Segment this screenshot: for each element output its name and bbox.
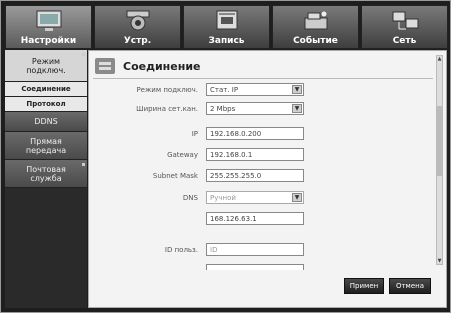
sidebar-item-protocol[interactable]: Протокол — [5, 97, 87, 112]
network-settings-icon — [95, 58, 115, 74]
bandwidth-label: Ширина сет.кан. — [136, 104, 198, 113]
dns-row: DNS Ручной ▼ — [89, 191, 304, 204]
sidebar-item-connection[interactable]: Соединение — [5, 82, 87, 97]
scroll-down-icon[interactable]: ▼ — [437, 258, 442, 264]
sidebar-item-label: Соединение — [21, 85, 71, 93]
subnet-mask-field[interactable]: 255.255.255.0 — [206, 169, 304, 182]
tab-label: Событие — [293, 36, 338, 46]
connection-mode-select[interactable]: Стат. IP ▼ — [206, 83, 304, 96]
scroll-up-icon[interactable]: ▲ — [437, 56, 442, 62]
scroll-thumb[interactable] — [437, 106, 442, 176]
chevron-down-icon: ▼ — [292, 85, 302, 94]
sidebar-item-label: DDNS — [34, 117, 58, 126]
ip-field[interactable]: 192.168.0.200 — [206, 127, 304, 140]
tab-network[interactable]: Сеть — [361, 5, 448, 49]
password-row — [89, 264, 304, 270]
dns-address-row: 168.126.63.1 — [89, 212, 304, 225]
dns-address-field[interactable]: 168.126.63.1 — [206, 212, 304, 225]
tab-record[interactable]: Запись — [183, 5, 270, 49]
sidebar-item-label: Прямая передача — [25, 136, 67, 155]
ip-label: IP — [191, 129, 198, 138]
gateway-field[interactable]: 192.168.0.1 — [206, 148, 304, 161]
connection-mode-row: Режим подключ. Стат. IP ▼ — [89, 83, 304, 96]
sidebar: Режим подключ. Соединение Протокол DDNS … — [5, 50, 87, 308]
connection-panel: Соединение Режим подключ. Стат. IP ▼ Шир… — [88, 50, 447, 308]
cancel-button[interactable]: Отмена — [389, 278, 431, 294]
subnet-row: Subnet Mask 255.255.255.0 — [89, 169, 304, 182]
user-id-field[interactable]: ID — [206, 243, 304, 256]
tab-device[interactable]: Устр. — [94, 5, 181, 49]
event-icon — [304, 11, 327, 30]
network-icon — [392, 11, 418, 30]
camera-icon — [126, 10, 149, 31]
rec-icon — [216, 10, 237, 30]
ip-row: IP 192.168.0.200 — [89, 127, 304, 140]
sidebar-item-label: Почтовая служба — [26, 164, 66, 183]
tab-label: Сеть — [392, 36, 417, 46]
apply-button[interactable]: Примен — [344, 278, 384, 294]
tab-label: Настройки — [20, 36, 77, 46]
divider — [93, 78, 433, 79]
dns-label: DNS — [182, 193, 198, 202]
bandwidth-value: 2 Mbps — [210, 105, 236, 113]
indicator-dot — [82, 53, 85, 56]
user-id-label: ID польз. — [164, 245, 198, 254]
dns-mode-select[interactable]: Ручной ▼ — [206, 191, 304, 204]
tab-settings[interactable]: Настройки — [5, 5, 92, 49]
sidebar-item-ddns[interactable]: DDNS — [5, 112, 87, 132]
sidebar-item-mail-service[interactable]: Почтовая служба — [5, 160, 87, 188]
user-id-row: ID польз. ID — [89, 243, 304, 256]
page-title: Соединение — [123, 59, 201, 73]
app-window: Настройки Устр. Запись Событие Сеть Режи… — [0, 0, 451, 313]
password-field[interactable] — [206, 264, 304, 270]
gateway-label: Gateway — [167, 150, 198, 159]
tab-label: Запись — [208, 36, 245, 46]
indicator-dot — [82, 163, 85, 166]
chevron-down-icon: ▼ — [292, 193, 302, 202]
settings-icon — [36, 10, 61, 31]
sidebar-item-label: Протокол — [26, 100, 66, 108]
sidebar-item-direct-transfer[interactable]: Прямая передача — [5, 132, 87, 160]
bandwidth-select[interactable]: 2 Mbps ▼ — [206, 102, 304, 115]
dns-mode-value: Ручной — [210, 194, 236, 202]
bandwidth-row: Ширина сет.кан. 2 Mbps ▼ — [89, 102, 304, 115]
connection-mode-value: Стат. IP — [210, 86, 239, 94]
panel-header: Соединение — [95, 57, 201, 75]
top-tab-bar: Настройки Устр. Запись Событие Сеть — [5, 5, 448, 49]
chevron-down-icon: ▼ — [292, 104, 302, 113]
sidebar-item-label: Режим подключ. — [26, 56, 66, 75]
tab-event[interactable]: Событие — [272, 5, 359, 49]
sidebar-item-connection-mode[interactable]: Режим подключ. — [5, 50, 87, 82]
connection-mode-label: Режим подключ. — [136, 85, 198, 94]
scrollbar[interactable]: ▲ ▼ — [436, 55, 443, 265]
gateway-row: Gateway 192.168.0.1 — [89, 148, 304, 161]
subnet-mask-label: Subnet Mask — [152, 171, 198, 180]
tab-label: Устр. — [123, 36, 152, 46]
